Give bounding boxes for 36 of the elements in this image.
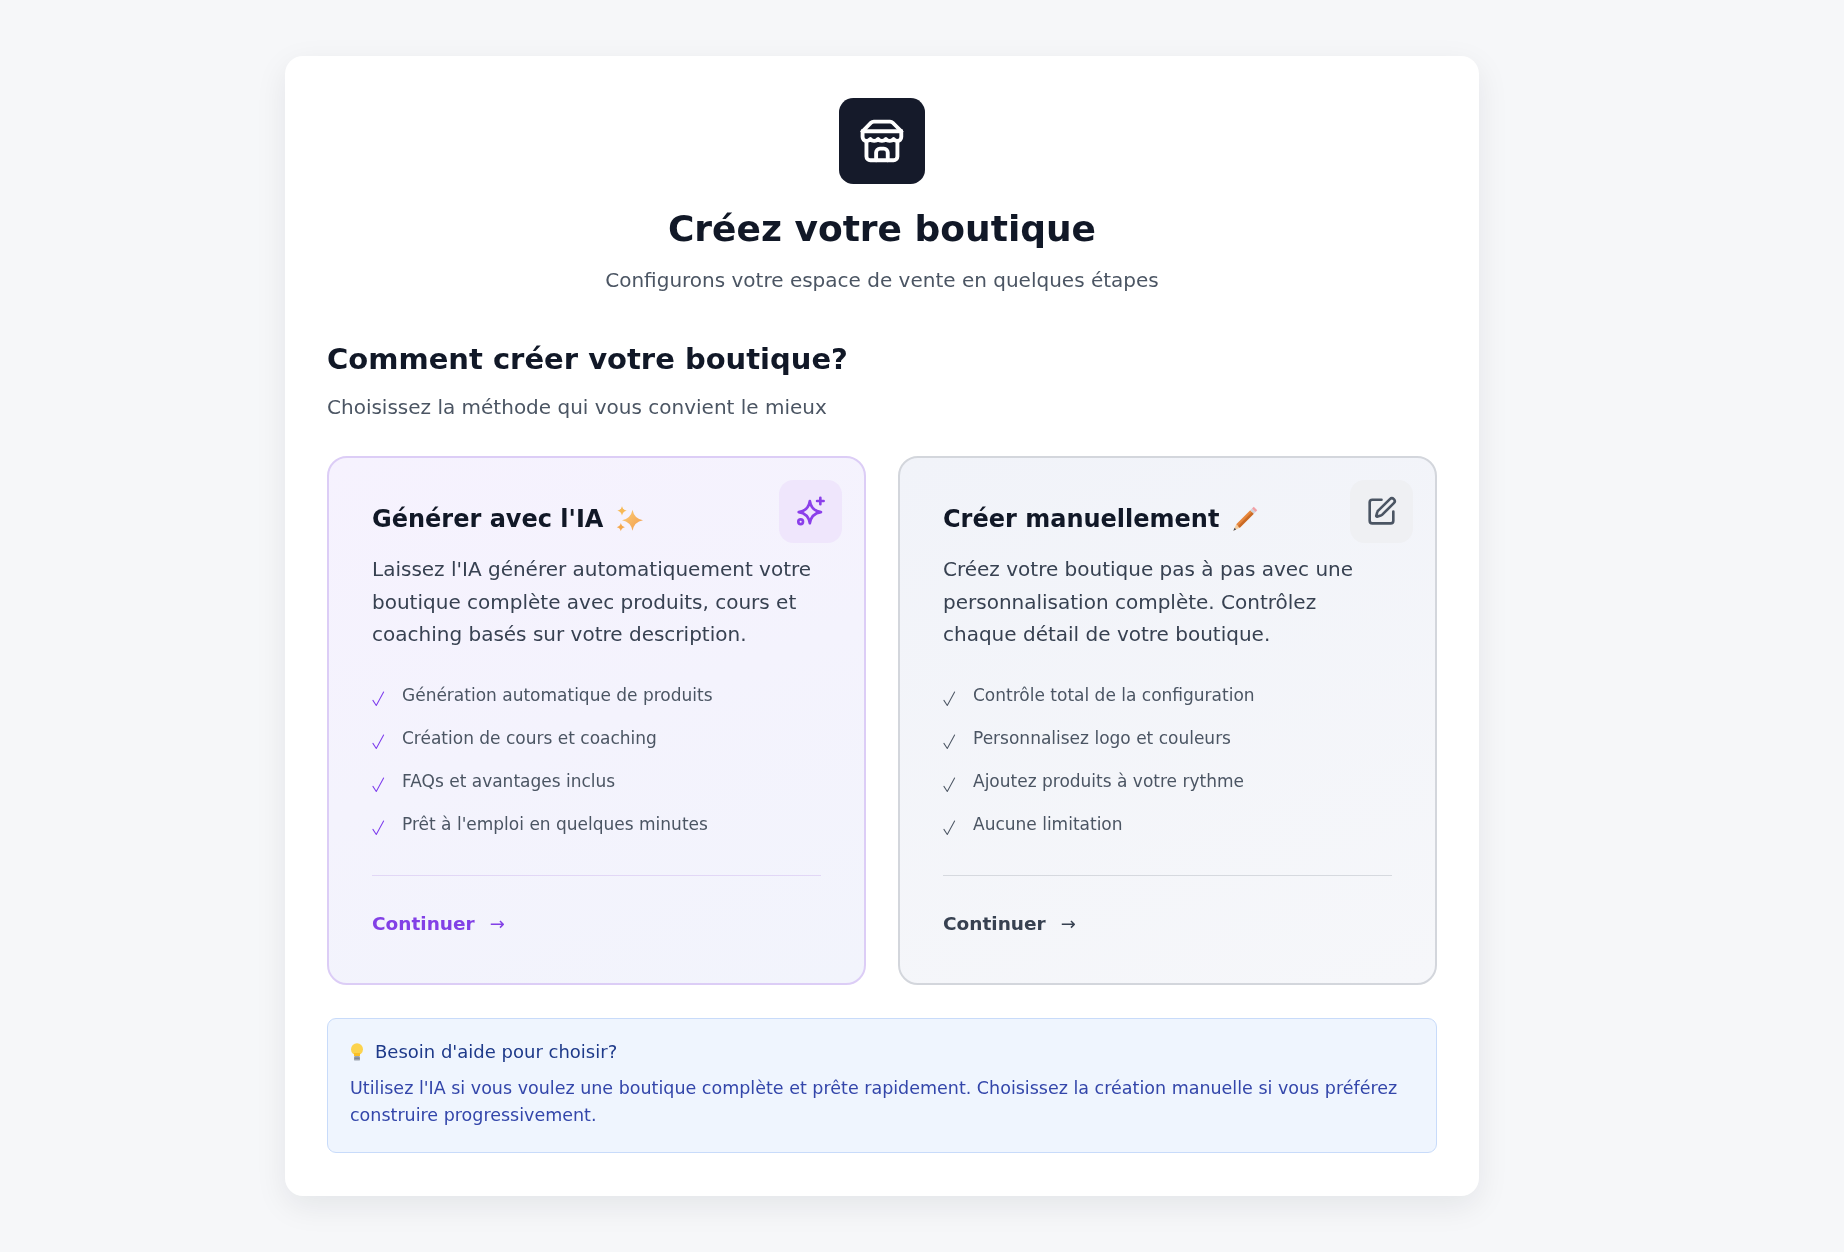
check-icon: [372, 691, 385, 707]
sparkle-icon: [779, 480, 842, 543]
help-text: Utilisez l'IA si vous voulez une boutique complète et prête rapidement. Choisissez la création manuelle si vous préférez construire progressivement.: [350, 1077, 1399, 1127]
section-title: Comment créer votre boutique?: [327, 341, 849, 378]
check-icon: [943, 734, 956, 750]
check-icon: [372, 777, 385, 793]
pencil-square-icon: [1350, 480, 1413, 543]
feature-text: Contrôle total de la configuration: [973, 684, 1255, 707]
option-description: Créez votre boutique pas à pas avec une personnalisation complète. Contrôlez chaque détail de votre boutique.: [943, 556, 1355, 648]
option-title: Créer manuellement: [943, 504, 1220, 535]
option-title: Générer avec l'IA: [372, 504, 604, 535]
page-title: Créez votre boutique: [666, 207, 1098, 251]
help-title: Besoin d'aide pour choisir?: [375, 1040, 618, 1064]
store-icon: [839, 98, 925, 184]
sparkles-icon: [615, 505, 644, 533]
page-subtitle: Configurons votre espace de vente en quelques étapes: [604, 267, 1160, 294]
lightbulb-icon: [350, 1043, 364, 1061]
feature-text: Aucune limitation: [973, 813, 1123, 836]
check-icon: [943, 777, 956, 793]
check-icon: [943, 691, 956, 707]
feature-text: Prêt à l'emploi en quelques minutes: [402, 813, 708, 836]
feature-text: Génération automatique de produits: [402, 684, 713, 707]
feature-text: Ajoutez produits à votre rythme: [973, 770, 1244, 793]
check-icon: [372, 734, 385, 750]
continue-link[interactable]: Continuer →: [372, 910, 505, 938]
option-description: Laissez l'IA générer automatiquement votre boutique complète avec produits, cours et coaching basés sur votre description.: [372, 556, 813, 648]
continue-link[interactable]: Continuer →: [943, 910, 1076, 938]
feature-text: FAQs et avantages inclus: [402, 770, 616, 793]
check-icon: [372, 820, 385, 836]
option-card[interactable]: [898, 456, 1437, 985]
option-card[interactable]: [327, 456, 866, 985]
feature-text: Création de cours et coaching: [402, 727, 657, 750]
feature-text: Personnalisez logo et couleurs: [973, 727, 1231, 750]
check-icon: [943, 820, 956, 836]
section-subtitle: Choisissez la méthode qui vous convient le mieux: [327, 394, 828, 421]
pencil-icon: [1231, 505, 1260, 533]
